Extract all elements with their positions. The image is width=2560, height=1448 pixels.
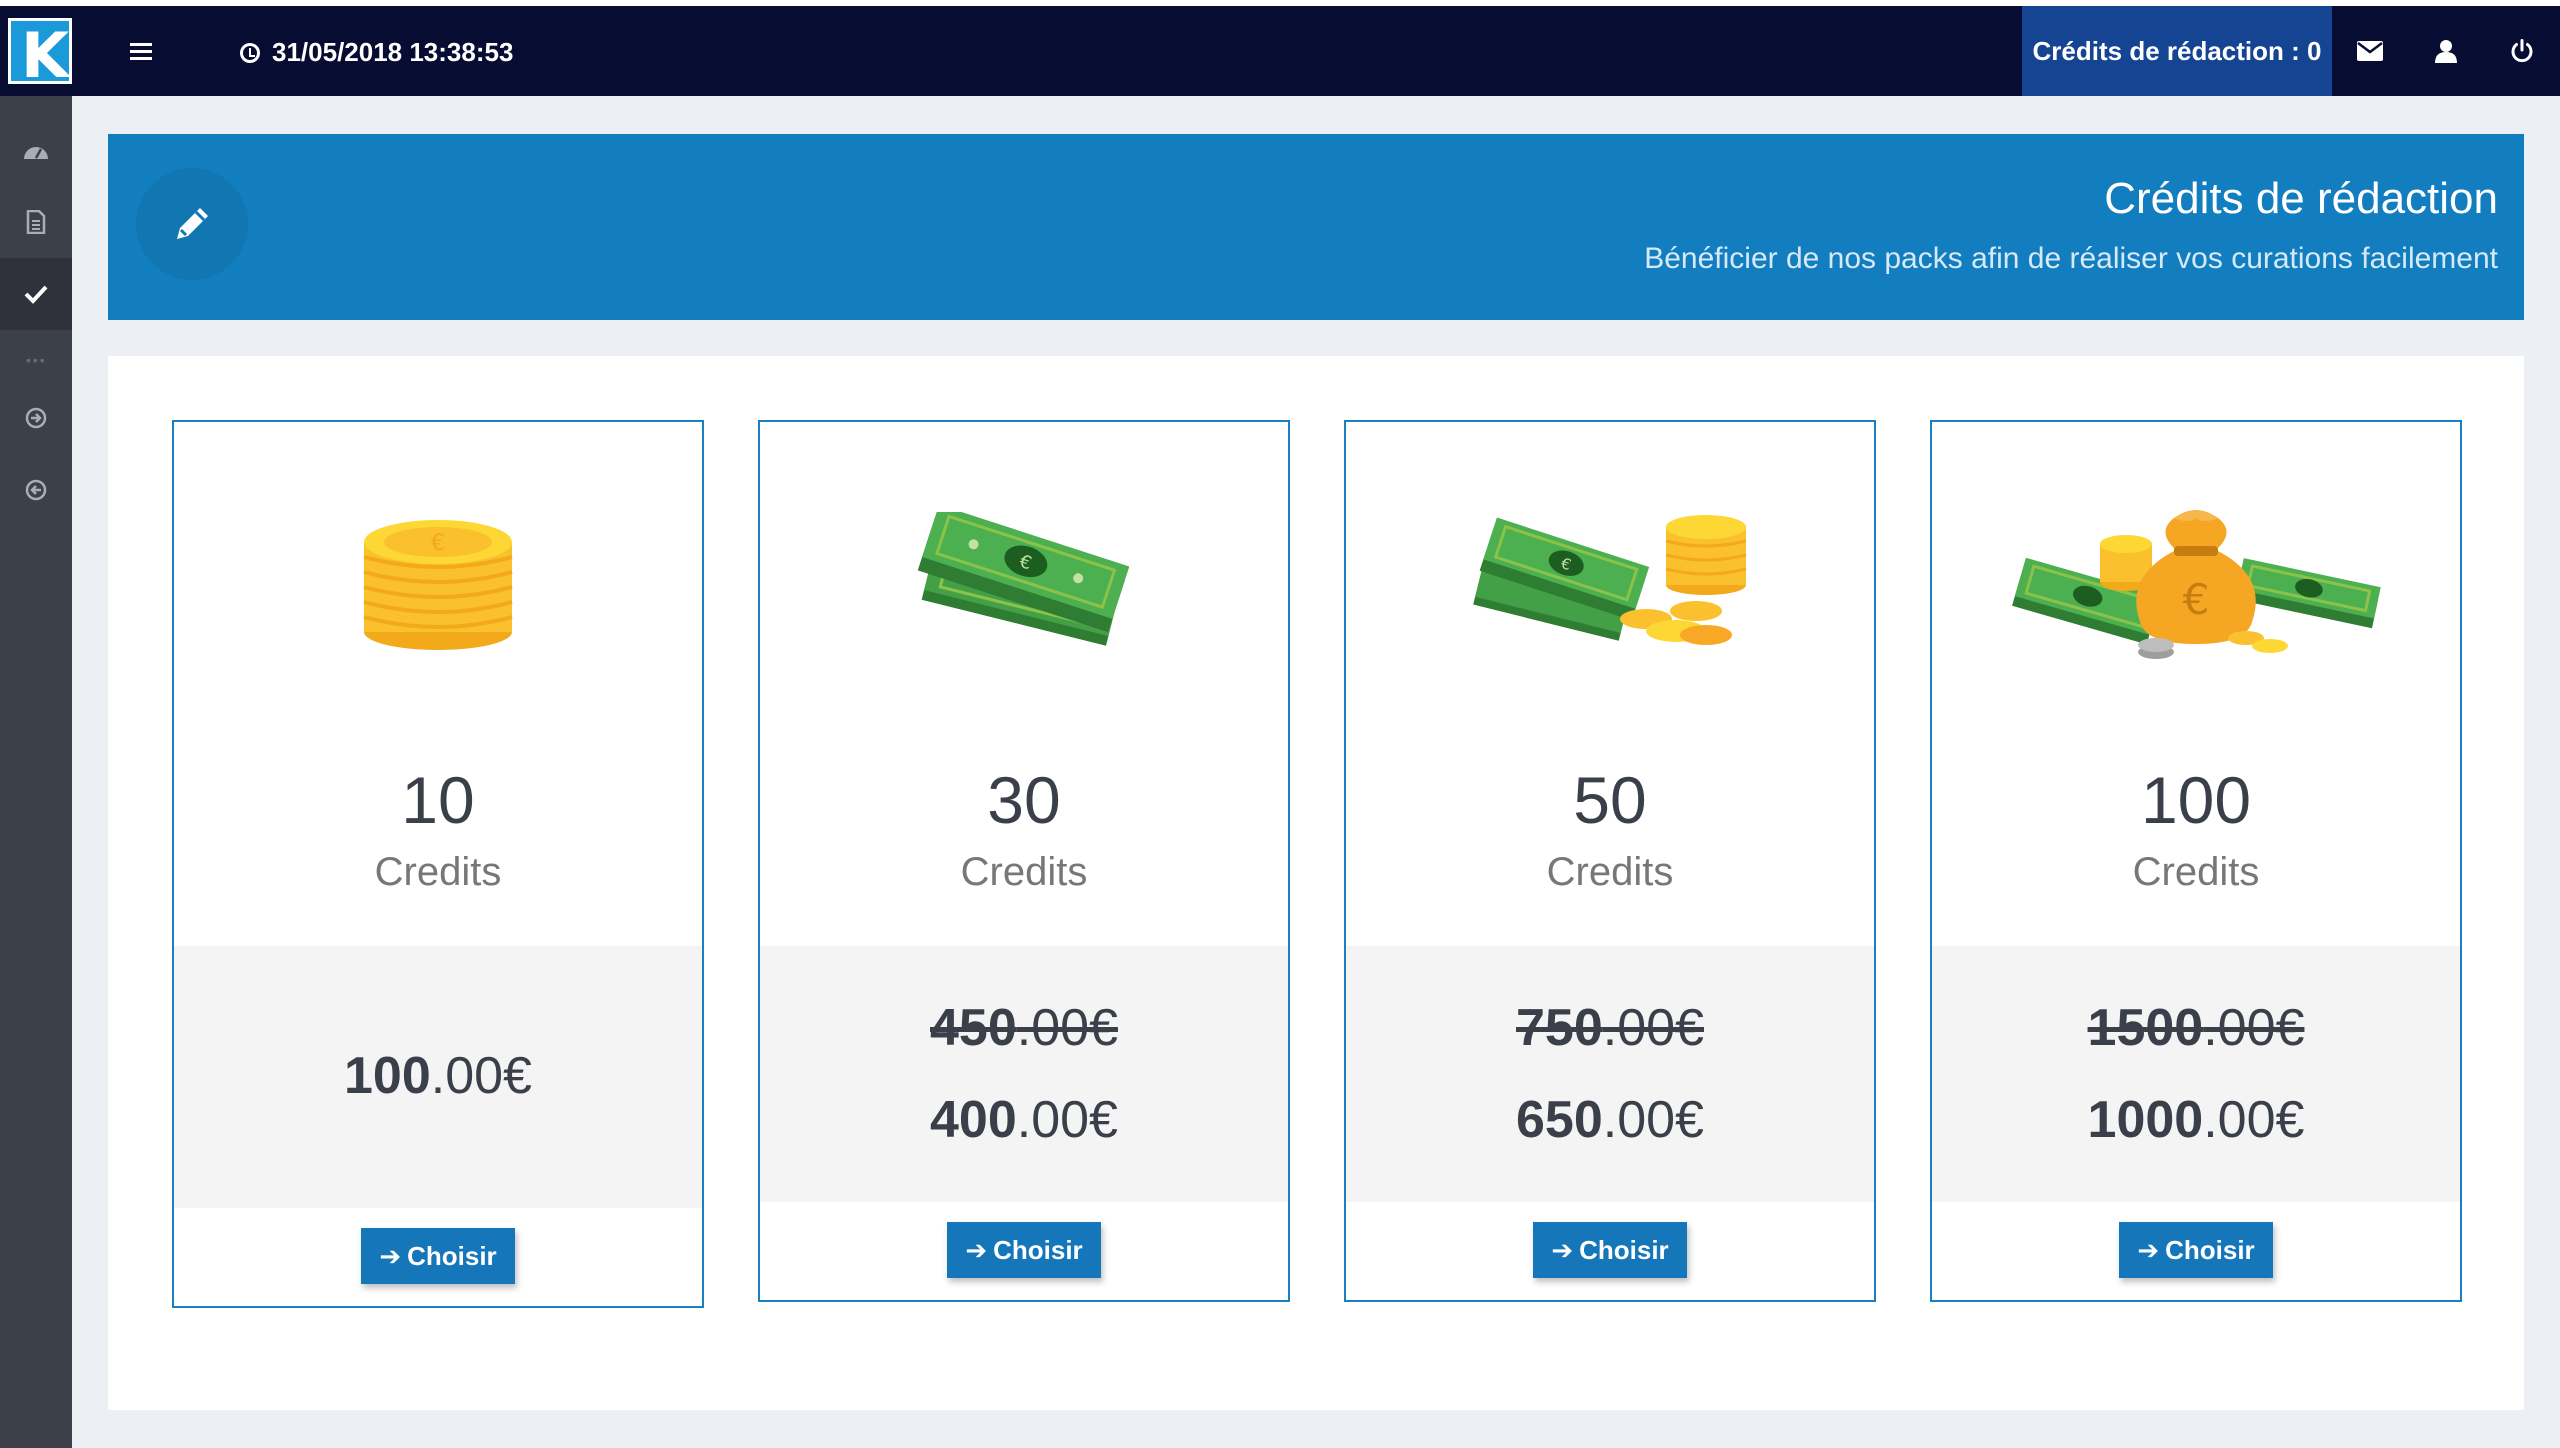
pack-price: 100.00€ [174, 946, 702, 1208]
price-current: 650.00€ [1516, 1091, 1704, 1149]
app-logo[interactable]: K [8, 18, 72, 92]
arrow-right-icon: ➔ [1551, 1234, 1574, 1265]
pack-unit: Credits [374, 850, 502, 894]
price-current: 400.00€ [930, 1091, 1118, 1149]
svg-text:€: € [2183, 575, 2210, 624]
datetime-display: 31/05/2018 13:38:53 [240, 37, 513, 68]
choose-pack-button[interactable]: ➔ Choisir [1533, 1222, 1687, 1278]
pack-unit: Credits [960, 850, 1088, 894]
sidebar-item-dashboard[interactable] [0, 114, 72, 186]
pack-unit: Credits [1546, 850, 1674, 894]
price-old: 1500.00€ [2087, 999, 2305, 1057]
choose-pack-button[interactable]: ➔ Choisir [2119, 1222, 2273, 1278]
power-icon[interactable] [2484, 6, 2560, 96]
pack-amount: 30 [987, 763, 1061, 837]
pack-amount: 50 [1573, 763, 1647, 837]
banknotes-icon: € [760, 492, 1288, 672]
clock-icon [240, 42, 260, 63]
price-current: 100.00€ [344, 1047, 532, 1105]
arrow-circle-right-icon [25, 407, 47, 429]
money-bag-icon: € [1932, 492, 2460, 672]
choose-pack-button[interactable]: ➔ Choisir [947, 1222, 1101, 1278]
sidebar: ••• [0, 96, 72, 1448]
pack-price: 750.00€ 650.00€ [1346, 946, 1874, 1202]
money-and-coins-icon: € [1346, 492, 1874, 672]
packs-panel: € 10 Credits 100.00€ ➔ Choisir € 30 Cred… [108, 356, 2524, 1410]
arrow-right-icon: ➔ [965, 1234, 988, 1265]
arrow-right-icon: ➔ [379, 1240, 402, 1271]
sidebar-item-forward[interactable] [0, 382, 72, 454]
datetime-text: 31/05/2018 13:38:53 [272, 37, 514, 67]
price-current: 1000.00€ [2087, 1091, 2305, 1149]
sidebar-item-credits[interactable] [0, 258, 72, 330]
credit-pack-card: € 10 Credits 100.00€ ➔ Choisir [172, 420, 704, 1308]
price-old: 450.00€ [930, 999, 1118, 1057]
credit-pack-card: € 100 Credits 1500.00€ 1000.00€ ➔ Choisi… [1930, 420, 2462, 1302]
page-subtitle: Bénéficier de nos packs afin de réaliser… [1644, 242, 2498, 275]
sidebar-divider: ••• [26, 352, 47, 368]
choose-pack-button[interactable]: ➔ Choisir [361, 1228, 515, 1284]
pack-amount: 100 [2140, 763, 2252, 837]
check-icon [24, 285, 48, 304]
pack-unit: Credits [2132, 850, 2260, 894]
credits-counter-button[interactable]: Crédits de rédaction : 0 [2022, 6, 2332, 96]
dashboard-icon [24, 147, 48, 159]
pack-price: 1500.00€ 1000.00€ [1932, 946, 2460, 1202]
user-icon[interactable] [2408, 6, 2484, 96]
document-icon [26, 210, 46, 234]
svg-text:€: € [431, 531, 445, 556]
price-old: 750.00€ [1516, 999, 1704, 1057]
pencil-icon [136, 168, 248, 280]
page-title: Crédits de rédaction [2104, 174, 2498, 223]
pack-amount: 10 [401, 763, 475, 837]
credit-pack-card: € 30 Credits 450.00€ 400.00€ ➔ Choisir [758, 420, 1290, 1302]
pack-price: 450.00€ 400.00€ [760, 946, 1288, 1202]
coin-stack-icon: € [174, 492, 702, 672]
credit-pack-card: € 50 Credits 750.00€ 650.00€ ➔ Choisir [1344, 420, 1876, 1302]
sidebar-item-back[interactable] [0, 454, 72, 526]
arrow-circle-left-icon [25, 479, 47, 501]
arrow-right-icon: ➔ [2137, 1234, 2160, 1265]
top-navbar: K 31/05/2018 13:38:53 Crédits de rédacti… [0, 6, 2560, 96]
page-header-banner: Crédits de rédaction Bénéficier de nos p… [108, 134, 2524, 320]
credits-counter-label: Crédits de rédaction : 0 [2032, 35, 2322, 66]
menu-icon[interactable] [130, 43, 154, 61]
sidebar-item-documents[interactable] [0, 186, 72, 258]
mail-icon[interactable] [2332, 6, 2408, 96]
